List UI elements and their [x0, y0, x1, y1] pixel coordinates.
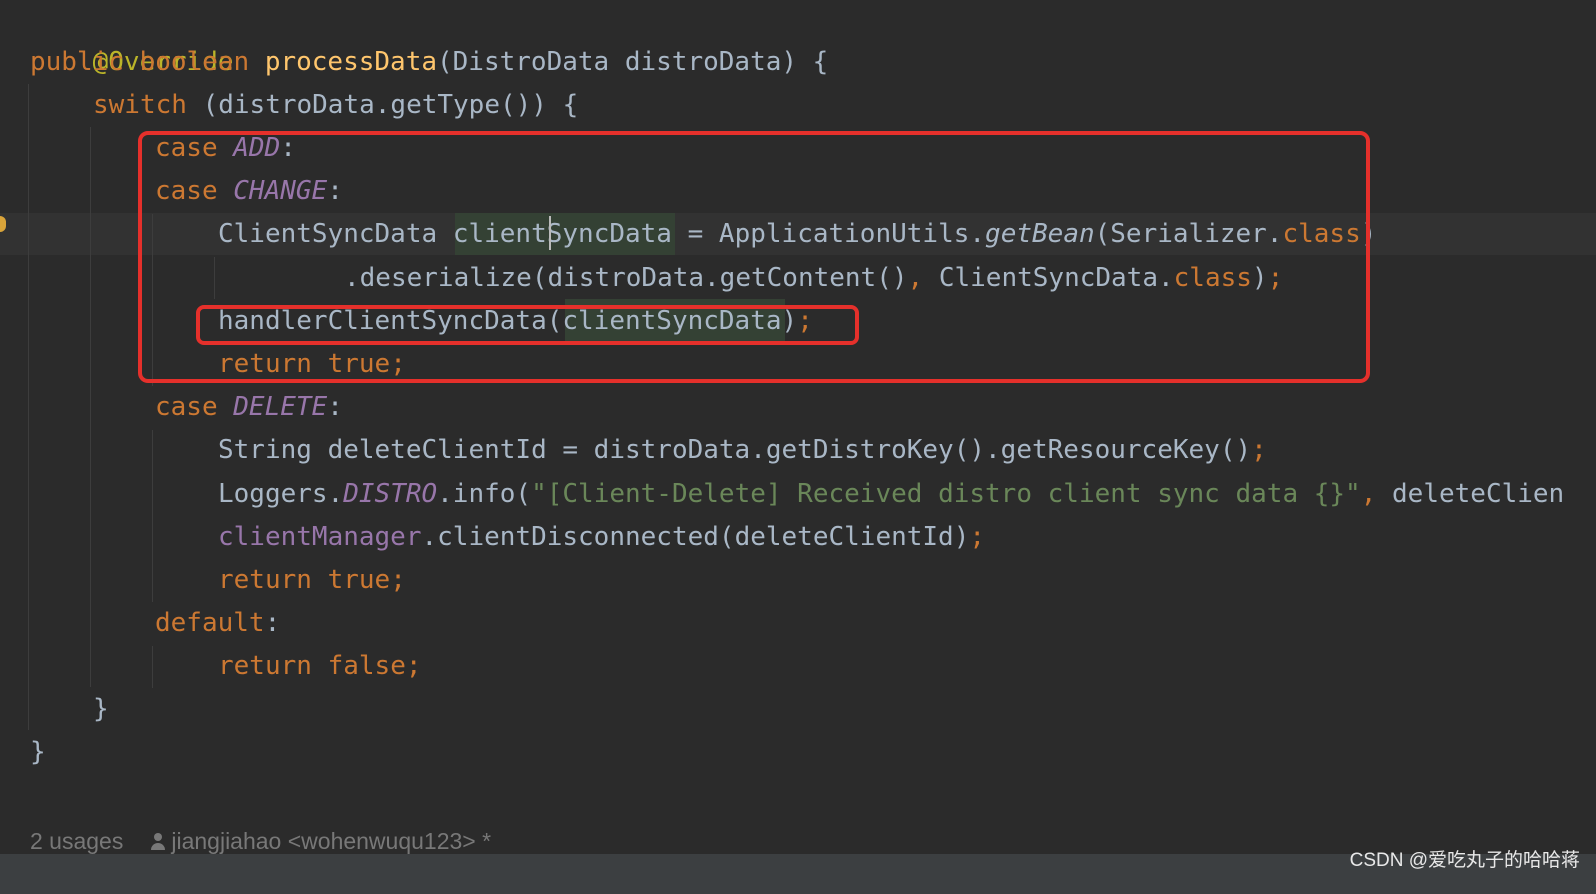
watermark: CSDN @爱吃丸子的哈哈蒋 — [1349, 850, 1580, 871]
semicolon: ; — [390, 565, 406, 595]
keyword: default — [155, 608, 265, 638]
parameters: (DistroData distroData) { — [437, 47, 829, 77]
keyword: public — [30, 47, 124, 77]
indent-guide — [90, 127, 91, 687]
code-line-2[interactable]: public boolean processData(DistroData di… — [30, 40, 828, 84]
comma: , — [1360, 479, 1377, 509]
person-icon — [151, 833, 166, 851]
method-call: .clientDisconnected(deleteClientId) — [421, 522, 970, 552]
keyword: return — [218, 651, 312, 681]
keyword: boolean — [139, 47, 250, 77]
code-line-3[interactable]: switch (distroData.getType()) { — [93, 83, 578, 127]
semicolon: ; — [1251, 435, 1267, 465]
semicolon: ; — [405, 651, 422, 681]
code-line-12[interactable]: Loggers.DISTRO.info("[Client-Delete] Rec… — [218, 472, 1564, 516]
static-field: DISTRO — [343, 479, 438, 509]
code-text: : — [327, 392, 343, 422]
enum-constant: DELETE — [233, 392, 328, 422]
code-line-11[interactable]: String deleteClientId = distroData.getDi… — [218, 428, 1267, 472]
code-line-13[interactable]: clientManager.clientDisconnected(deleteC… — [218, 515, 985, 559]
code-editor[interactable]: @Override public boolean processData(Dis… — [0, 0, 1596, 894]
indent-guide — [28, 84, 29, 730]
keyword: case — [155, 392, 218, 422]
annotation-box-case-add-change — [138, 131, 1370, 383]
code-text: String deleteClientId = distroData.getDi… — [218, 435, 1252, 465]
semicolon: ; — [969, 522, 986, 552]
string-literal: "[Client-Delete] Received distro client … — [531, 479, 1361, 509]
method-call: .info( — [437, 479, 532, 509]
method-name: processData — [264, 47, 437, 77]
keyword: false — [327, 651, 406, 681]
code-line-14[interactable]: return true; — [218, 558, 406, 602]
author-link[interactable]: jiangjiahao <wohenwuqu123> * — [171, 828, 491, 854]
code-text: deleteClien — [1376, 479, 1565, 509]
keyword: true — [327, 565, 391, 595]
keyword: return — [218, 565, 312, 595]
code-line-10[interactable]: case DELETE: — [155, 385, 343, 429]
indent-guide — [152, 646, 153, 688]
code-line-18[interactable]: } — [30, 730, 46, 774]
field-name: clientManager — [218, 522, 422, 552]
code-text: Loggers. — [218, 479, 344, 509]
indent-guide — [152, 430, 153, 602]
annotation-box-handler-call — [196, 305, 859, 345]
code-line-15[interactable]: default: — [155, 601, 280, 645]
code-line-17[interactable]: } — [93, 687, 109, 731]
keyword: switch — [93, 90, 187, 120]
code-line-16[interactable]: return false; — [218, 644, 422, 688]
code-line-1[interactable]: @Override — [30, 0, 234, 77]
usages-link[interactable]: 2 usages — [30, 828, 123, 854]
closing-brace: } — [30, 737, 46, 767]
code-text: : — [264, 608, 281, 638]
code-vision-hints: 2 usages jiangjiahao <wohenwuqu123> * — [30, 824, 491, 858]
closing-brace: } — [93, 694, 109, 724]
code-text: (distroData.getType()) { — [186, 90, 579, 120]
